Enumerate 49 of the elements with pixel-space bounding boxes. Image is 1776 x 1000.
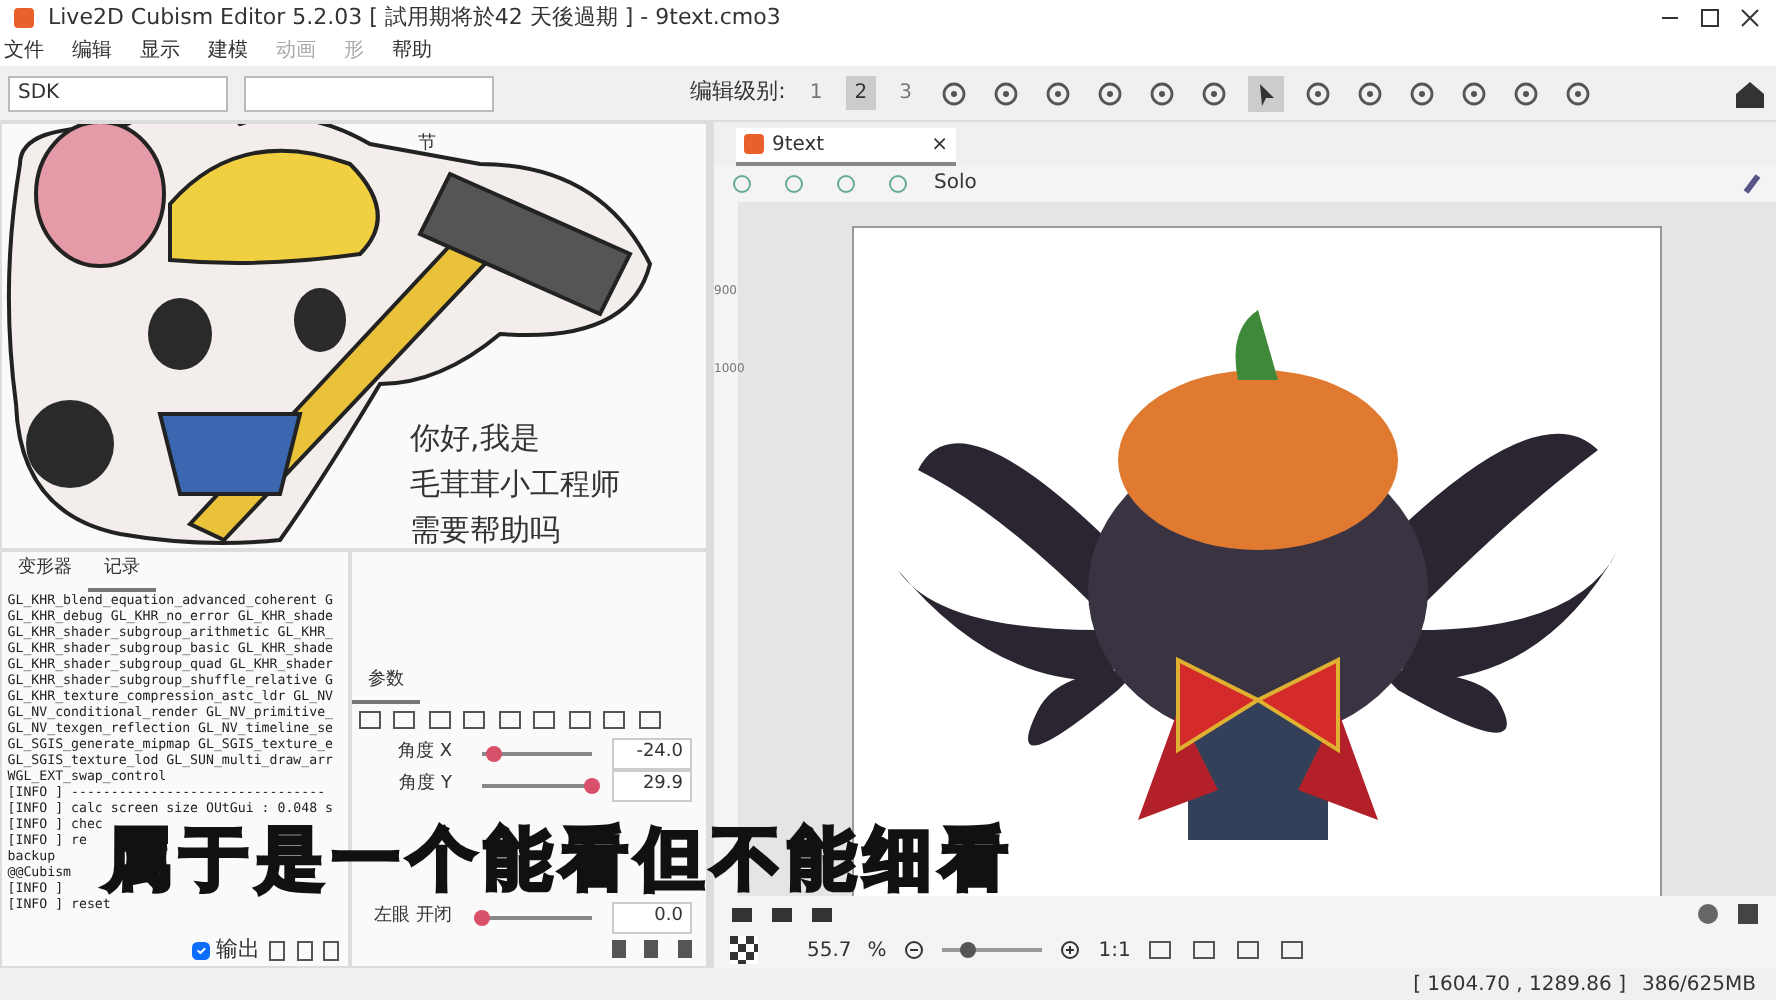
sdk-dropdown[interactable]: SDK — [8, 75, 228, 111]
speech-text: 你好,我是 — [410, 418, 540, 460]
menu-item[interactable]: 文件 — [4, 36, 44, 66]
circle-icon[interactable] — [1696, 902, 1720, 926]
pin-icon[interactable] — [1740, 171, 1764, 196]
panel-title: 节 — [416, 131, 438, 158]
zoom-out-icon[interactable] — [902, 938, 927, 962]
menu-item[interactable]: 显示 — [140, 36, 180, 66]
actual-size-button[interactable]: 1:1 — [1098, 935, 1131, 965]
edit-level-button[interactable]: 2 — [846, 76, 876, 110]
slider-thumb[interactable] — [485, 746, 501, 762]
document-tab[interactable]: 9text × — [736, 127, 956, 166]
edit-level-label: 编辑级别: — [690, 76, 786, 109]
menu-item[interactable]: 帮助 — [392, 36, 432, 66]
parameter-name: 角度 Y — [397, 772, 452, 799]
panel-tab[interactable]: 变形器 — [2, 552, 88, 591]
edit-level-button[interactable]: 1 — [801, 76, 831, 110]
square-icon[interactable] — [1736, 902, 1760, 926]
zoom-unit: % — [867, 937, 887, 965]
subtitle-caption: 属于是一个能看但不能细看 — [104, 826, 1016, 894]
checkerboard-icon[interactable] — [730, 936, 758, 964]
window-title: Live2D Cubism Editor 5.2.03 [ 試用期将於42 天後過期 ] - 9text.cmo3 — [48, 1, 783, 34]
output-label: 输出 — [216, 933, 260, 966]
parameter-value[interactable]: 0.0 — [611, 902, 691, 934]
close-icon[interactable] — [1736, 6, 1764, 30]
menu-item[interactable]: 编辑 — [72, 36, 112, 66]
zoom-slider-thumb[interactable] — [959, 942, 976, 958]
arrow-cursor-icon[interactable] — [1248, 75, 1284, 111]
parameter-value[interactable]: -24.0 — [611, 738, 691, 770]
edit-level-button[interactable]: 3 — [891, 76, 920, 110]
panel-tab[interactable]: 参数 — [352, 664, 420, 703]
slider-thumb[interactable] — [474, 910, 490, 926]
menu-item[interactable]: 建模 — [208, 36, 248, 66]
output-checkbox[interactable] — [192, 941, 211, 959]
cursor-coordinates: [ 1604.70 , 1289.86 ] — [1413, 971, 1626, 999]
maximize-icon[interactable] — [1696, 6, 1724, 30]
tab-close[interactable]: × — [931, 129, 948, 160]
speech-text: 毛茸茸小工程师 — [410, 464, 620, 506]
app-logo-icon — [12, 6, 36, 30]
memory-usage: 386/625MB — [1641, 971, 1756, 999]
parameter-name: 左眼 开闭 — [372, 904, 452, 931]
zoom-field[interactable]: 55.7 — [807, 935, 852, 965]
parameter-value[interactable]: 29.9 — [611, 770, 691, 802]
parameter-name: 角度 X — [395, 740, 452, 767]
file-logo-icon — [744, 134, 764, 155]
zoom-in-icon[interactable] — [1058, 938, 1083, 962]
speech-text: 需要帮助吗 — [410, 510, 560, 552]
slider-thumb[interactable] — [584, 778, 600, 794]
panel-tab[interactable]: 记录 — [88, 552, 156, 591]
